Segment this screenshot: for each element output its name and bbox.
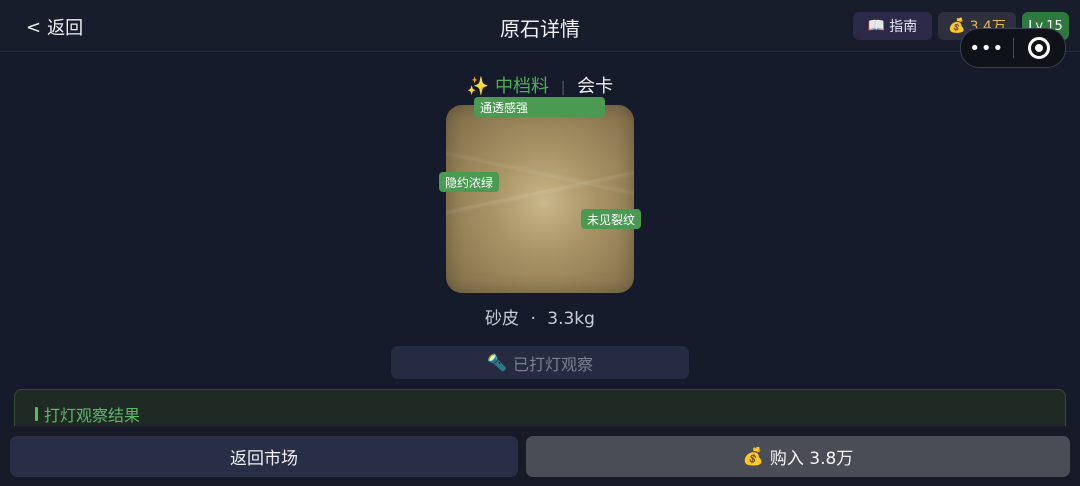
- result-title-text: 打灯观察结果: [44, 406, 141, 425]
- meta-separator: ·: [530, 309, 536, 329]
- title-accent-bar: [35, 407, 38, 421]
- stone-tag: 未见裂纹: [581, 209, 642, 229]
- back-label: 返回: [47, 18, 84, 39]
- book-icon: 📖: [867, 18, 886, 34]
- grade-divider: |: [560, 80, 566, 96]
- guide-button[interactable]: 📖 指南: [853, 12, 932, 40]
- stone-meta: 砂皮 · 3.3kg: [0, 304, 1080, 329]
- stone-weight: 3.3kg: [547, 309, 595, 329]
- stone-grade: ✨ 中档料 | 会卡: [0, 72, 1080, 98]
- money-bag-icon: 💰: [742, 446, 764, 467]
- result-title: 打灯观察结果: [35, 402, 140, 426]
- top-bar: < 返回 原石详情 📖 指南 💰 3.4万 Lv.15: [0, 0, 1080, 52]
- grade-label: 中档料: [494, 76, 549, 97]
- guide-label: 指南: [889, 19, 918, 35]
- flashlight-inspect-button[interactable]: 🔦 已打灯观察: [391, 346, 689, 379]
- mini-program-capsule: •••: [960, 28, 1066, 68]
- chevron-left-icon: <: [26, 16, 42, 38]
- back-button[interactable]: < 返回: [26, 14, 83, 40]
- back-to-market-button[interactable]: 返回市场: [10, 436, 518, 477]
- bottom-action-bar: 返回市场 💰 购入 3.8万: [0, 426, 1080, 486]
- stone-tag: 通透感强: [474, 97, 605, 117]
- stone-skin: 砂皮: [485, 309, 520, 329]
- more-icon[interactable]: •••: [961, 38, 1013, 59]
- buy-label: 购入 3.8万: [769, 449, 854, 469]
- sparkle-icon: ✨: [466, 76, 490, 97]
- stone-tag: 隐约浓绿: [439, 172, 500, 192]
- money-bag-icon: 💰: [948, 18, 966, 34]
- target-icon: [1028, 37, 1051, 59]
- flashlight-icon: 🔦: [487, 353, 507, 372]
- close-capsule-button[interactable]: [1013, 37, 1065, 59]
- stone-type: 会卡: [577, 76, 614, 97]
- stone-image[interactable]: [446, 105, 634, 293]
- inspect-label: 已打灯观察: [512, 354, 593, 374]
- buy-button[interactable]: 💰 购入 3.8万: [526, 436, 1070, 477]
